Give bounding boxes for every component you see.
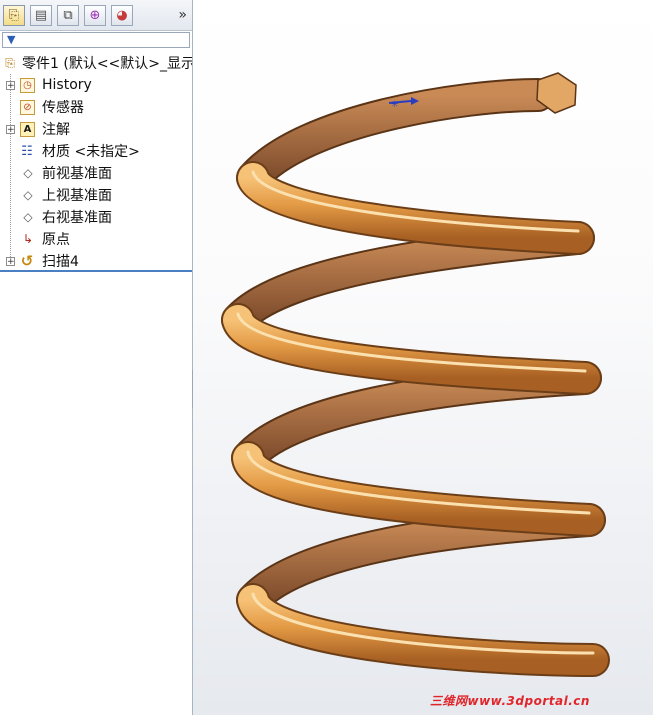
tree-item-label: 注解	[42, 122, 70, 138]
spring-model: ✳	[221, 72, 610, 677]
tree-item-material[interactable]: ☷ 材质 <未指定>	[0, 140, 192, 162]
panel-divider	[0, 270, 192, 272]
part-icon: ⎘	[5, 55, 15, 70]
tab-feature-manager[interactable]: ⎘	[3, 5, 25, 26]
plane-icon: ◇	[23, 210, 33, 224]
tree-item-top-plane[interactable]: ◇ 上视基准面	[0, 184, 192, 206]
watermark-text: 三维网www.3dportal.cn	[430, 694, 590, 708]
tree-filter-input[interactable]: ▼	[2, 32, 190, 48]
tree-item-label: 上视基准面	[42, 188, 112, 204]
configuration-icon: ⧉	[63, 8, 73, 23]
tree-item-label: 右视基准面	[42, 210, 112, 226]
filter-icon: ▼	[7, 33, 16, 46]
tree-item-annotations[interactable]: + A 注解	[0, 118, 192, 140]
property-icon: ▤	[34, 8, 48, 23]
tree-item-part[interactable]: ⎘ 零件1 (默认<<默认>_显示	[0, 52, 192, 74]
tree-item-history[interactable]: + ◷ History	[0, 74, 192, 96]
tab-display-manager[interactable]: ◕	[111, 5, 133, 26]
tree-item-right-plane[interactable]: ◇ 右视基准面	[0, 206, 192, 228]
expand-toggle[interactable]: +	[6, 80, 15, 90]
tree-item-sweep[interactable]: + ↺ 扫描4	[0, 250, 192, 272]
target-icon: ⊕	[89, 8, 101, 23]
graphics-viewport[interactable]: ✳	[193, 0, 653, 715]
tab-property-manager[interactable]: ▤	[30, 5, 52, 26]
sweep-icon: ↺	[20, 252, 34, 270]
tree-item-label: 扫描4	[42, 254, 79, 270]
feature-tree-icon: ⎘	[8, 8, 20, 23]
tree-item-sensors[interactable]: ⊘ 传感器	[0, 96, 192, 118]
plane-icon: ◇	[23, 188, 33, 202]
more-tabs-button[interactable]: »	[178, 7, 187, 23]
material-icon: ☷	[21, 143, 33, 159]
annotation-icon: A	[20, 121, 35, 137]
feature-manager-panel: ⎘ ▤ ⧉ ⊕ ◕ » ▼ ⎘ 零件1 (默认<<默认>_显示 + ◷ Hist…	[0, 0, 193, 715]
origin-icon: ↳	[22, 232, 34, 246]
tab-configuration-manager[interactable]: ⧉	[57, 5, 79, 26]
tree-item-origin[interactable]: ↳ 原点	[0, 228, 192, 250]
tree-item-label: 传感器	[42, 100, 84, 116]
tree-item-label: 原点	[42, 232, 70, 248]
plane-icon: ◇	[23, 166, 33, 180]
panel-tab-bar: ⎘ ▤ ⧉ ⊕ ◕ »	[0, 0, 192, 31]
tab-dimxpert[interactable]: ⊕	[84, 5, 106, 26]
svg-text:✳: ✳	[391, 100, 399, 110]
tree-item-label: 前视基准面	[42, 166, 112, 182]
tree-item-label: 材质 <未指定>	[42, 144, 140, 160]
tree-item-front-plane[interactable]: ◇ 前视基准面	[0, 162, 192, 184]
expand-toggle[interactable]: +	[6, 256, 15, 266]
tree-item-label: 零件1 (默认<<默认>_显示	[22, 56, 192, 72]
sensor-icon: ⊘	[20, 99, 35, 115]
history-icon: ◷	[20, 77, 35, 93]
tree-item-label: History	[42, 77, 92, 93]
appearance-icon: ◕	[116, 8, 128, 23]
expand-toggle[interactable]: +	[6, 124, 15, 134]
